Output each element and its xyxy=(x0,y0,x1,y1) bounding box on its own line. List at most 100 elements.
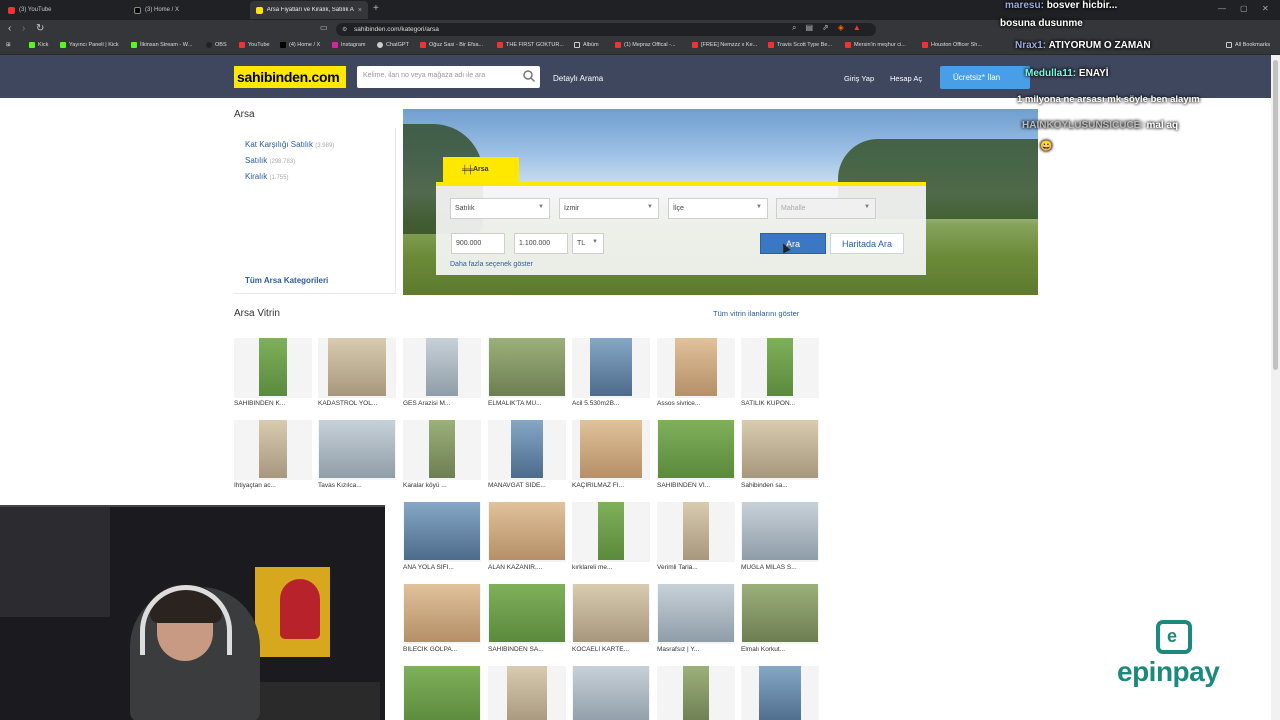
search-button[interactable]: Ara xyxy=(760,233,826,254)
showcase-card[interactable]: Elmalı Korkut... xyxy=(741,584,819,662)
showcase-show-all-link[interactable]: Tüm vitrin ilanlarını göster xyxy=(713,309,799,318)
showcase-thumbnail[interactable] xyxy=(657,584,735,644)
reader-icon[interactable]: ▤ xyxy=(805,23,813,33)
zoom-icon[interactable]: ⌕ xyxy=(792,23,796,33)
bookmark-oguz[interactable]: Oğuz Sasi - Bir Efsa... xyxy=(420,42,483,48)
showcase-card[interactable]: MANAVGAT SİDE... xyxy=(488,420,566,498)
showcase-caption[interactable]: GES Arazisi M... xyxy=(403,400,485,407)
showcase-card[interactable]: Masrafsız | Y... xyxy=(657,584,735,662)
reload-icon[interactable]: ↻ xyxy=(36,23,44,34)
site-info-icon[interactable]: ⚙ xyxy=(342,26,347,33)
showcase-thumbnail[interactable] xyxy=(657,420,735,480)
bookmark-album[interactable]: Albüm xyxy=(574,42,599,48)
bookmark-gokturk[interactable]: THE FIRST GOKTUR... xyxy=(497,42,564,48)
sidebar-item-kat-karsiligi[interactable]: Kat Karşılığı Satılık (3.989) xyxy=(245,140,334,149)
bookmark-instagram[interactable]: Instagram xyxy=(332,42,365,48)
showcase-caption[interactable]: ANA YOLA SIFI... xyxy=(403,564,485,571)
showcase-thumbnail[interactable] xyxy=(488,584,566,644)
search-icon[interactable] xyxy=(522,69,536,83)
share-icon[interactable]: ⇗ xyxy=(822,23,829,33)
showcase-caption[interactable]: ALAN KAZANIR,... xyxy=(488,564,570,571)
showcase-caption[interactable]: Tavas Kızılca... xyxy=(318,482,400,489)
brave-shield-icon[interactable]: ◈ xyxy=(838,23,844,33)
showcase-thumbnail[interactable] xyxy=(318,338,396,398)
showcase-thumbnail[interactable] xyxy=(741,666,819,720)
bookmark-kick-panel[interactable]: Yayıncı Paneli | Kick xyxy=(60,42,119,48)
showcase-card[interactable]: kırklareli me... xyxy=(572,502,650,580)
bookmark-travis[interactable]: Travis Scott Type Be... xyxy=(768,42,832,48)
showcase-caption[interactable]: Assos sivrice... xyxy=(657,400,739,407)
more-options-link[interactable]: Daha fazla seçenek göster xyxy=(450,261,533,268)
showcase-caption[interactable]: KAÇIRILMAZ FI... xyxy=(572,482,654,489)
bookmark-x[interactable]: (4) Home / X xyxy=(280,42,320,48)
sidebar-item-satilik[interactable]: Satılık (298.783) xyxy=(245,156,295,165)
showcase-card[interactable]: Tavas Kızılca... xyxy=(318,420,396,498)
showcase-thumbnail[interactable] xyxy=(318,420,396,480)
showcase-thumbnail[interactable] xyxy=(657,666,735,720)
showcase-thumbnail[interactable] xyxy=(572,502,650,562)
showcase-card[interactable]: SAHİBİNDEN K... xyxy=(234,338,312,416)
showcase-thumbnail[interactable] xyxy=(488,502,566,562)
new-tab-icon[interactable]: + xyxy=(373,3,379,14)
showcase-caption[interactable]: SAHİBİNDEN Vİ... xyxy=(657,482,739,489)
rewards-icon[interactable]: ▲ xyxy=(853,23,861,33)
showcase-caption[interactable]: Elmalı Korkut... xyxy=(741,646,823,653)
showcase-caption[interactable]: KADASTROL YOL... xyxy=(318,400,400,407)
detailed-search-link[interactable]: Detaylı Arama xyxy=(553,74,603,83)
bookmark-chatgpt[interactable]: ChatGPT xyxy=(377,42,409,48)
tab-x-home[interactable]: (3) Home / X xyxy=(128,1,248,19)
bookmark-page-icon[interactable]: ▭ xyxy=(320,23,328,32)
showcase-card[interactable] xyxy=(403,666,481,720)
showcase-thumbnail[interactable] xyxy=(403,502,481,562)
showcase-card[interactable]: BİLECİK GÖLPA... xyxy=(403,584,481,662)
showcase-card[interactable] xyxy=(657,666,735,720)
showcase-thumbnail[interactable] xyxy=(488,420,566,480)
bookmark-kick[interactable]: Kick xyxy=(29,42,48,48)
showcase-caption[interactable]: MANAVGAT SİDE... xyxy=(488,482,570,489)
showcase-thumbnail[interactable] xyxy=(572,338,650,398)
login-link[interactable]: Giriş Yap xyxy=(844,74,874,83)
showcase-thumbnail[interactable] xyxy=(741,420,819,480)
showcase-thumbnail[interactable] xyxy=(741,338,819,398)
all-categories-link[interactable]: Tüm Arsa Kategorileri xyxy=(245,276,328,285)
showcase-card[interactable]: SAHİBİNDEN Vİ... xyxy=(657,420,735,498)
page-scrollbar[interactable] xyxy=(1271,55,1280,720)
showcase-caption[interactable]: KOCAELİ KARTE... xyxy=(572,646,654,653)
bookmark-nemzzz[interactable]: [FREE] Nemzzz x Ke... xyxy=(692,42,757,48)
tab-youtube[interactable]: (3) YouTube xyxy=(2,1,124,19)
showcase-card[interactable]: KADASTROL YOL... xyxy=(318,338,396,416)
showcase-card[interactable]: ELMALIK'TA MÜ... xyxy=(488,338,566,416)
showcase-thumbnail[interactable] xyxy=(403,584,481,644)
showcase-card[interactable]: Verimli Tarla... xyxy=(657,502,735,580)
showcase-card[interactable]: Sahibinden sa... xyxy=(741,420,819,498)
back-icon[interactable]: ‹ xyxy=(8,23,11,34)
showcase-card[interactable]: KAÇIRILMAZ FI... xyxy=(572,420,650,498)
showcase-thumbnail[interactable] xyxy=(572,666,650,720)
showcase-caption[interactable]: Sahibinden sa... xyxy=(741,482,823,489)
showcase-caption[interactable]: İhtiyaçtan ac... xyxy=(234,482,316,489)
showcase-thumbnail[interactable] xyxy=(741,502,819,562)
map-search-button[interactable]: Haritada Ara xyxy=(830,233,904,254)
showcase-card[interactable] xyxy=(488,666,566,720)
showcase-thumbnail[interactable] xyxy=(403,666,481,720)
showcase-caption[interactable]: kırklareli me... xyxy=(572,564,654,571)
close-tab-icon[interactable]: × xyxy=(358,7,362,14)
type-select[interactable]: Satılık ▼ xyxy=(450,198,550,219)
showcase-card[interactable]: GES Arazisi M... xyxy=(403,338,481,416)
showcase-card[interactable]: KOCAELİ KARTE... xyxy=(572,584,650,662)
showcase-card[interactable]: SATILIK KUPON... xyxy=(741,338,819,416)
showcase-caption[interactable]: Verimli Tarla... xyxy=(657,564,739,571)
bookmark-mepraz[interactable]: (1) Mepraz Offical -... xyxy=(615,42,676,48)
sidebar-item-kiralik[interactable]: Kiralık (1.755) xyxy=(245,172,288,181)
showcase-card[interactable] xyxy=(572,666,650,720)
showcase-caption[interactable]: ELMALIK'TA MÜ... xyxy=(488,400,570,407)
register-link[interactable]: Hesap Aç xyxy=(890,74,922,83)
showcase-thumbnail[interactable] xyxy=(488,666,566,720)
showcase-thumbnail[interactable] xyxy=(403,420,481,480)
scrollbar-thumb[interactable] xyxy=(1273,60,1278,370)
search-tab-arsa[interactable]: ╪╪ Arsa xyxy=(443,157,519,182)
forward-icon[interactable]: › xyxy=(22,23,25,34)
showcase-thumbnail[interactable] xyxy=(488,338,566,398)
showcase-caption[interactable]: BİLECİK GÖLPA... xyxy=(403,646,485,653)
showcase-card[interactable]: Acil 5.530m2B... xyxy=(572,338,650,416)
